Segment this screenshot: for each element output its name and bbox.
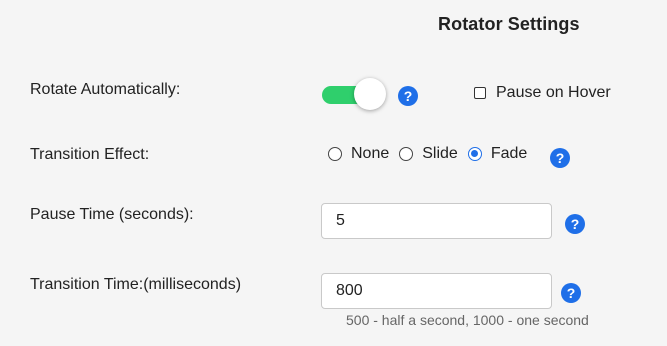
transition-time-label: Transition Time:(milliseconds) <box>30 276 242 293</box>
pause-time-input[interactable] <box>321 203 552 239</box>
transition-effect-help-icon[interactable]: ? <box>550 148 570 168</box>
radio-slide[interactable] <box>399 147 414 161</box>
radio-fade[interactable] <box>467 147 482 161</box>
radio-label-none: None <box>351 145 390 162</box>
pause-time-help-icon[interactable]: ? <box>565 214 585 234</box>
page-title: Rotator Settings <box>438 14 580 34</box>
rotate-automatically-toggle[interactable] <box>322 78 386 112</box>
toggle-knob <box>354 78 386 110</box>
transition-effect-radio-group: None Slide Fade <box>328 145 537 163</box>
radio-label-fade: Fade <box>490 145 528 162</box>
radio-option-slide[interactable]: Slide <box>399 145 458 163</box>
rotate-automatically-label: Rotate Automatically: <box>30 81 181 98</box>
transition-time-hint: 500 - half a second, 1000 - one second <box>346 312 589 328</box>
radio-label-slide: Slide <box>422 145 458 162</box>
radio-none[interactable] <box>328 147 342 161</box>
transition-effect-label: Transition Effect: <box>30 146 150 163</box>
rotate-help-icon[interactable]: ? <box>398 86 418 106</box>
transition-time-input[interactable] <box>321 273 552 309</box>
pause-on-hover-checkbox[interactable] <box>474 87 486 99</box>
pause-on-hover-label: Pause on Hover <box>496 84 611 101</box>
radio-option-fade[interactable]: Fade <box>467 145 528 163</box>
pause-on-hover-option[interactable]: Pause on Hover <box>474 84 611 102</box>
transition-time-help-icon[interactable]: ? <box>561 283 581 303</box>
pause-time-label: Pause Time (seconds): <box>30 206 194 223</box>
radio-option-none[interactable]: None <box>328 145 389 163</box>
